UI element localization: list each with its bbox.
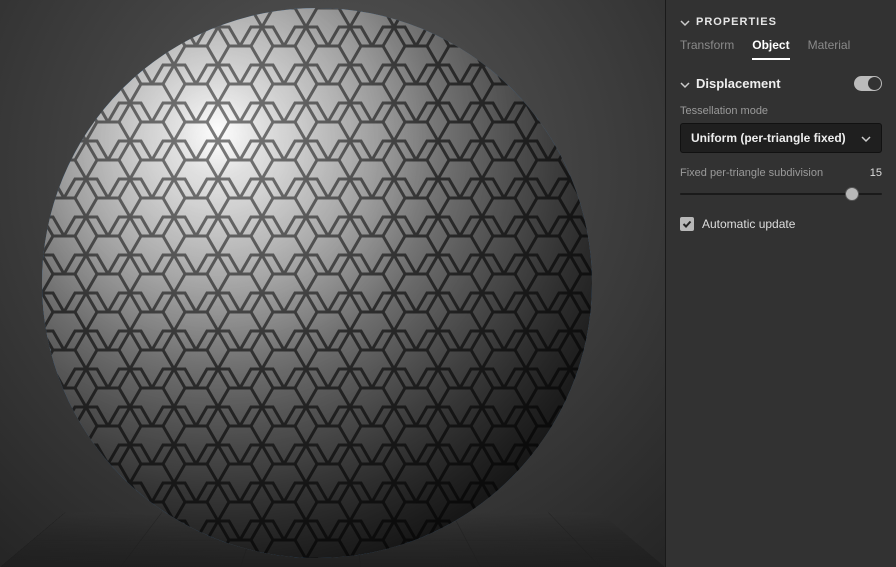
displacement-toggle[interactable]: [854, 76, 882, 91]
chevron-down-icon: [861, 133, 871, 143]
subdivision-label: Fixed per-triangle subdivision: [680, 167, 823, 179]
selected-sphere[interactable]: [42, 8, 592, 558]
checkbox-label: Automatic update: [702, 217, 795, 231]
viewport-3d[interactable]: [0, 0, 665, 567]
panel-header[interactable]: PROPERTIES: [680, 16, 882, 28]
displacement-section-header[interactable]: Displacement: [680, 76, 882, 91]
properties-panel: PROPERTIES Transform Object Material Dis…: [665, 0, 896, 567]
tab-object[interactable]: Object: [752, 38, 789, 60]
chevron-down-icon: [680, 79, 690, 89]
tab-transform[interactable]: Transform: [680, 38, 734, 60]
subdivision-value: 15: [870, 167, 882, 179]
slider-thumb[interactable]: [845, 187, 859, 201]
checkbox-box: [680, 217, 694, 231]
tab-material[interactable]: Material: [808, 38, 851, 60]
property-tabs: Transform Object Material: [680, 38, 882, 60]
panel-title: PROPERTIES: [696, 16, 777, 28]
tessellation-label: Tessellation mode: [680, 105, 882, 117]
hex-displacement-pattern: [42, 8, 592, 558]
chevron-down-icon: [680, 17, 690, 27]
select-value: Uniform (per-triangle fixed): [691, 131, 846, 145]
tessellation-mode-select[interactable]: Uniform (per-triangle fixed): [680, 123, 882, 153]
section-label: Displacement: [696, 76, 781, 91]
subdivision-slider[interactable]: [680, 185, 882, 203]
subdivision-row: Fixed per-triangle subdivision 15: [680, 167, 882, 179]
automatic-update-checkbox[interactable]: Automatic update: [680, 217, 882, 231]
